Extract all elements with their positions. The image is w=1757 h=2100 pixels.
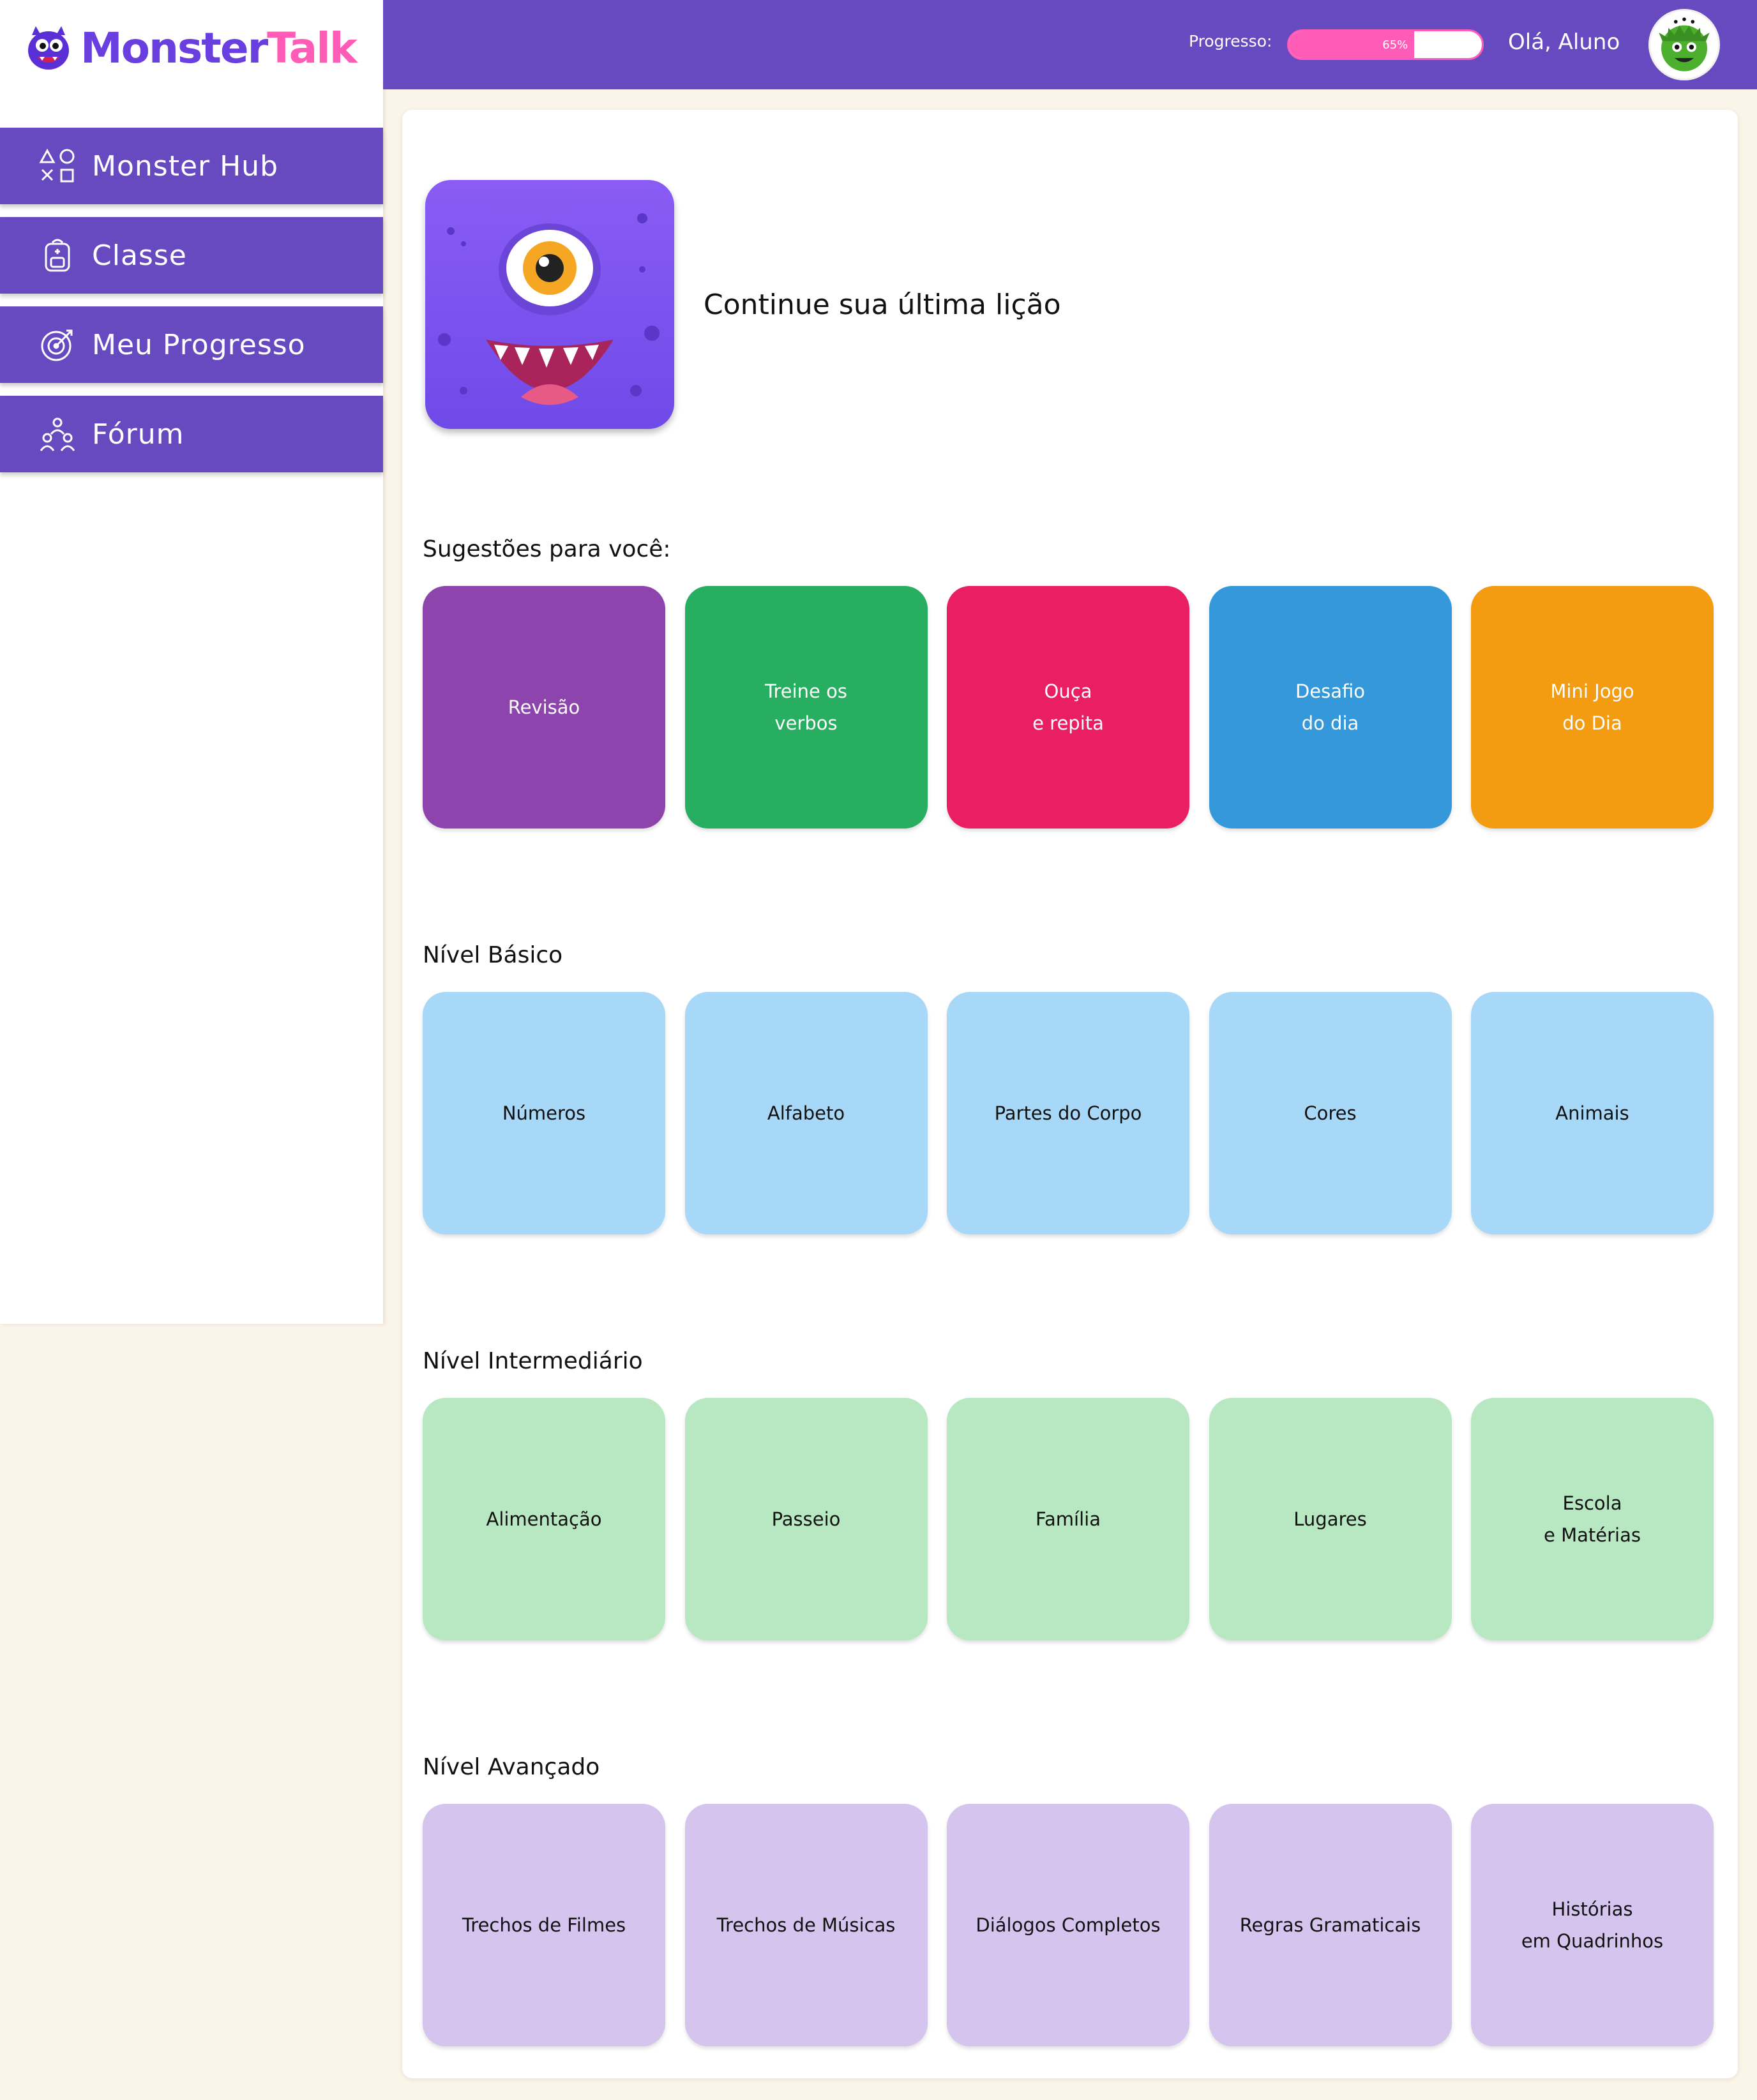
lesson-tile[interactable]: Regras Gramaticais <box>1209 1804 1452 2046</box>
lesson-tile-label: Trechos de Filmes <box>462 1914 626 1936</box>
top-header: Progresso: 65% Olá, Aluno <box>383 0 1757 89</box>
monster-logo-icon <box>28 26 69 70</box>
lesson-tile-label: Alimentação <box>486 1508 602 1530</box>
lesson-tile-label: Treine os verbos <box>765 680 847 734</box>
lesson-tile[interactable]: Mini Jogo do Dia <box>1471 586 1714 829</box>
shapes-icon <box>39 148 75 183</box>
progress-bar: 65% <box>1287 29 1484 60</box>
lesson-tile-label: Cores <box>1304 1102 1357 1124</box>
lesson-tile-label: Lugares <box>1293 1508 1367 1530</box>
backpack-icon <box>45 239 70 272</box>
lesson-tile-label: Passeio <box>771 1508 841 1530</box>
lesson-tile[interactable]: Alfabeto <box>684 992 928 1234</box>
lesson-tile[interactable]: Trechos de Músicas <box>684 1804 928 2046</box>
lesson-tile[interactable]: Família <box>947 1398 1189 1640</box>
sidebar-item-label: Meu Progresso <box>92 328 306 361</box>
sidebar-item-label: Fórum <box>92 417 185 451</box>
lesson-tile[interactable]: Revisão <box>423 586 665 829</box>
user-avatar[interactable] <box>1648 9 1720 80</box>
sidebar-item-label: Classe <box>92 239 187 272</box>
lesson-tile[interactable]: Desafio do dia <box>1209 586 1452 829</box>
lesson-tile-label: Histórias em Quadrinhos <box>1521 1898 1664 1952</box>
section-title-advanced-level: Nível Avançado <box>423 1754 600 1780</box>
green-monster-avatar-icon <box>1659 15 1710 71</box>
logo-text-monster: Monster <box>80 23 268 73</box>
lesson-tile-label: Diálogos Completos <box>976 1914 1161 1936</box>
section-title-basic-level: Nível Básico <box>423 942 563 968</box>
lesson-tile[interactable]: Cores <box>1209 992 1452 1234</box>
lesson-tile[interactable]: Partes do Corpo <box>947 992 1189 1234</box>
lesson-tile[interactable]: Ouça e repita <box>947 586 1189 829</box>
sidebar-item-monster-hub[interactable]: Monster Hub <box>0 128 383 204</box>
section-title-suggestions: Sugestões para você: <box>423 536 671 562</box>
progress-percent: 65% <box>1382 38 1408 52</box>
last-lesson-thumbnail[interactable] <box>425 180 674 429</box>
lesson-tile-label: Família <box>1036 1508 1101 1530</box>
lesson-tile-label: Animais <box>1555 1102 1629 1124</box>
lesson-tile-label: Ouça e repita <box>1032 680 1104 734</box>
lesson-tile-label: Escola e Matérias <box>1544 1492 1641 1546</box>
lesson-tile[interactable]: Lugares <box>1209 1398 1452 1640</box>
sidebar-nav: Monster Hub Classe Meu Progresso Fórum <box>0 128 383 485</box>
lesson-tile[interactable]: Animais <box>1471 992 1714 1234</box>
community-icon <box>40 417 75 451</box>
progress-bar-fill: 65% <box>1289 31 1415 58</box>
one-eyed-monster-icon <box>425 180 674 429</box>
lesson-tile[interactable]: Escola e Matérias <box>1471 1398 1714 1640</box>
lesson-tile-label: Regras Gramaticais <box>1239 1914 1421 1936</box>
sidebar-item-meu-progresso[interactable]: Meu Progresso <box>0 306 383 383</box>
tile-grid-advanced-level: Trechos de Filmes Trechos de Músicas Diálo… <box>423 1804 1714 2046</box>
logo-text-talk: Talk <box>267 23 358 73</box>
lesson-tile[interactable]: Diálogos Completos <box>947 1804 1189 2046</box>
lesson-tile[interactable]: Treine os verbos <box>684 586 928 829</box>
tile-grid-suggestions: Revisão Treine os verbos Ouça e repita Desa… <box>423 586 1714 829</box>
lesson-tile-label: Mini Jogo do Dia <box>1550 680 1634 734</box>
section-title-intermediate-level: Nível Intermediário <box>423 1348 643 1374</box>
lesson-tile[interactable]: Alimentação <box>423 1398 665 1640</box>
sidebar-item-label: Monster Hub <box>92 149 278 183</box>
sidebar-item-forum[interactable]: Fórum <box>0 396 383 472</box>
lesson-tile[interactable]: Números <box>423 992 665 1234</box>
sidebar: MonsterTalk Monster Hub Classe Meu Progr… <box>0 0 383 1324</box>
target-icon <box>41 329 73 361</box>
app-logo[interactable]: MonsterTalk <box>23 19 358 77</box>
lesson-tile[interactable]: Histórias em Quadrinhos <box>1471 1804 1714 2046</box>
lesson-tile-label: Números <box>502 1102 586 1124</box>
continue-last-lesson-link[interactable]: Continue sua última lição <box>704 289 1061 321</box>
progress-label: Progresso: <box>1189 32 1272 50</box>
lesson-tile-label: Alfabeto <box>767 1102 845 1124</box>
user-greeting: Olá, Aluno <box>1508 29 1620 55</box>
lesson-tile-label: Desafio do dia <box>1295 680 1366 734</box>
lesson-tile[interactable]: Trechos de Filmes <box>423 1804 665 2046</box>
sidebar-item-classe[interactable]: Classe <box>0 217 383 294</box>
lesson-tile-label: Trechos de Músicas <box>716 1914 896 1936</box>
main-content: Continue sua última lição Sugestões para… <box>402 110 1738 2078</box>
tile-grid-basic-level: Números Alfabeto Partes do Corpo Cores Anima… <box>423 992 1714 1234</box>
tile-grid-intermediate-level: Alimentação Passeio Família Lugares Escola e… <box>423 1398 1714 1640</box>
lesson-tile-label: Revisão <box>508 696 580 718</box>
lesson-tile[interactable]: Passeio <box>684 1398 928 1640</box>
lesson-tile-label: Partes do Corpo <box>994 1102 1142 1124</box>
